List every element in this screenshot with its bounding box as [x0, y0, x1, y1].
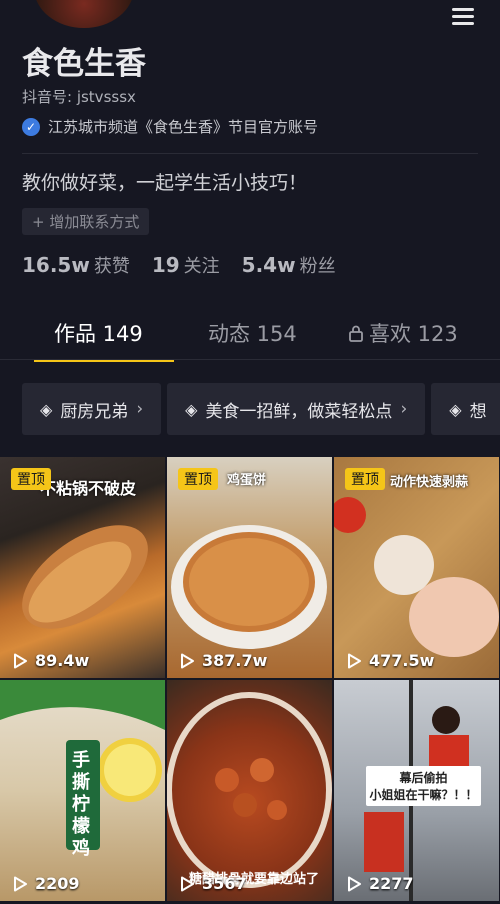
egg-pancake-image — [171, 525, 327, 649]
stat-likes: 16.5w 获赞 — [22, 252, 130, 278]
video-thumbnail[interactable]: 鸡蛋饼 置顶 387.7w — [167, 457, 332, 678]
divider — [22, 153, 478, 154]
video-thumbnail[interactable]: 幕后偷拍 小姐姐在干嘛？！！ 2277 — [334, 680, 499, 901]
video-caption: 不粘锅不破皮 — [40, 479, 137, 498]
menu-icon[interactable] — [452, 8, 474, 26]
profile-name: 食色生香 — [22, 46, 146, 82]
collection-chip[interactable]: ◈ 美食一招鲜，做菜轻松点 › — [167, 383, 426, 435]
views-text: 387.7w — [202, 651, 268, 670]
play-icon — [181, 876, 194, 891]
following-count: 19 — [151, 253, 180, 277]
video-thumbnail[interactable]: 动作快速剥蒜 置顶 477.5w — [334, 457, 499, 678]
collection-label: 厨房兄弟 — [60, 401, 129, 422]
views-text: 89.4w — [35, 651, 90, 670]
collection-list: ◈ 厨房兄弟 › ◈ 美食一招鲜，做菜轻松点 › ◈ 想 — [22, 383, 500, 435]
views-text: 2277 — [369, 874, 414, 893]
pinned-badge: 置顶 — [178, 468, 218, 490]
views-text: 3567 — [202, 874, 247, 893]
views-text: 2209 — [35, 874, 80, 893]
chevron-right-icon: › — [400, 399, 408, 419]
verification-text: 江苏城市频道《食色生香》节目官方账号 — [48, 118, 319, 136]
lock-icon — [349, 325, 363, 342]
layers-icon: ◈ — [185, 399, 198, 419]
likes-count: 16.5w — [22, 253, 90, 277]
view-count: 2209 — [12, 874, 80, 893]
following-label: 关注 — [183, 256, 220, 277]
video-thumbnail[interactable]: 糖醋排骨就要靠边站了 3567 — [167, 680, 332, 901]
video-grid: 不粘锅不破皮 置顶 89.4w 鸡蛋饼 置顶 387.7w 动作快速剥蒜 置顶 … — [0, 457, 500, 904]
video-caption: 手撕柠檬鸡 — [72, 750, 90, 859]
profile-header: 食色生香 抖音号: jstvsssx ✓ 江苏城市频道《食色生香》节目官方账号 … — [0, 0, 500, 455]
layers-icon: ◈ — [40, 399, 53, 419]
view-count: 387.7w — [179, 651, 267, 670]
stat-followers[interactable]: 5.4w 粉丝 — [242, 252, 336, 278]
tab-activity[interactable]: 动态 154 — [208, 318, 297, 348]
bio: 教你做好菜，一起学生活小技巧！ — [22, 172, 308, 194]
collection-label: 美食一招鲜，做菜轻松点 — [205, 401, 393, 422]
play-icon — [348, 876, 361, 891]
view-count: 89.4w — [12, 651, 89, 670]
views-text: 477.5w — [369, 651, 435, 670]
verified-check-icon: ✓ — [22, 117, 40, 136]
add-contact-button[interactable]: + 增加联系方式 — [22, 208, 150, 235]
douyin-id: 抖音号: jstvsssx — [22, 88, 136, 106]
play-icon — [14, 876, 27, 891]
tab-likes-label: 喜欢 123 — [369, 322, 458, 346]
view-count: 477.5w — [346, 651, 434, 670]
tab-bar: 作品 149 动态 154 喜欢 123 — [0, 318, 500, 362]
play-icon — [181, 653, 194, 668]
tab-works[interactable]: 作品 149 — [54, 318, 143, 348]
play-icon — [14, 653, 27, 668]
followers-count: 5.4w — [241, 253, 296, 277]
layers-icon: ◈ — [449, 399, 462, 419]
pinned-badge: 置顶 — [11, 468, 51, 490]
tab-likes[interactable]: 喜欢 123 — [348, 318, 458, 348]
view-count: 2277 — [346, 874, 414, 893]
pinned-badge: 置顶 — [345, 468, 385, 490]
likes-label: 获赞 — [93, 256, 130, 277]
verification: ✓ 江苏城市频道《食色生香》节目官方账号 — [22, 116, 318, 137]
stats: 16.5w 获赞 19 关注 5.4w 粉丝 — [22, 252, 358, 278]
video-caption: 动作快速剥蒜 — [390, 475, 469, 490]
video-thumbnail[interactable]: 手撕柠檬鸡 2209 — [0, 680, 165, 901]
collection-chip[interactable]: ◈ 想 — [431, 383, 500, 435]
stat-following[interactable]: 19 关注 — [152, 252, 220, 278]
chevron-right-icon: › — [136, 399, 144, 419]
video-caption: 鸡蛋饼 — [227, 473, 267, 488]
video-caption: 幕后偷拍 小姐姐在干嘛？！！ — [366, 766, 481, 806]
collection-chip[interactable]: ◈ 厨房兄弟 › — [22, 383, 162, 435]
tabs-divider — [0, 359, 500, 360]
play-icon — [348, 653, 361, 668]
collection-label: 想 — [469, 401, 487, 422]
video-thumbnail[interactable]: 不粘锅不破皮 置顶 89.4w — [0, 457, 165, 678]
garlic-image — [334, 497, 499, 657]
followers-label: 粉丝 — [299, 256, 336, 277]
avatar[interactable] — [34, 0, 134, 28]
view-count: 3567 — [179, 874, 247, 893]
